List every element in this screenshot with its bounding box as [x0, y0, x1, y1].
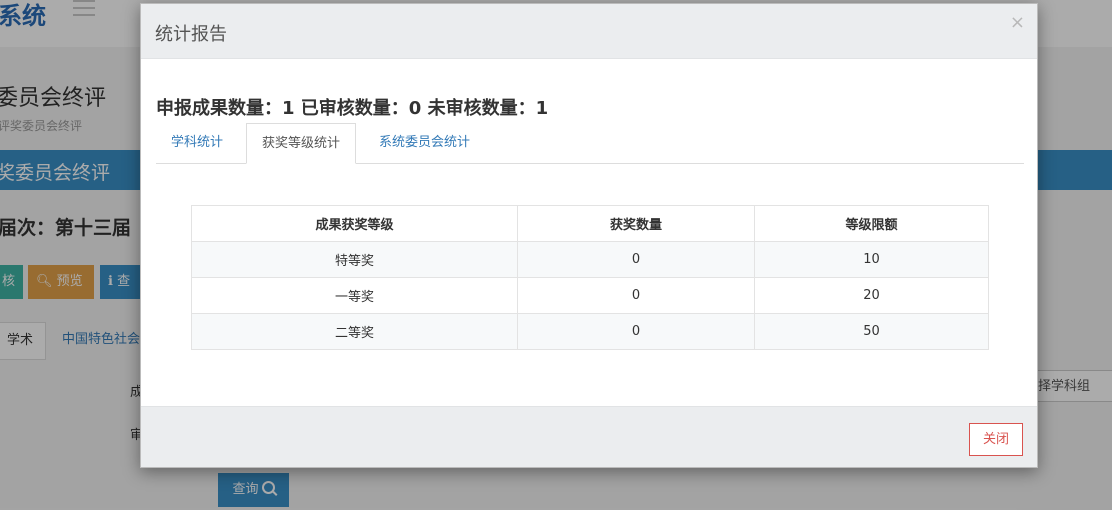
- table-header-row: 成果获奖等级 获奖数量 等级限额: [191, 205, 989, 242]
- statistics-report-modal: 统计报告 × 申报成果数量：1 已审核数量：0 未审核数量：1 学科统计 获奖等…: [140, 3, 1038, 468]
- table-cell: 0: [517, 241, 755, 278]
- table-cell: 二等奖: [191, 313, 518, 350]
- tab-committee-stats[interactable]: 系统委员会统计: [364, 123, 485, 163]
- table-row: 二等奖 0 50: [191, 313, 989, 350]
- close-icon[interactable]: ×: [1010, 12, 1025, 33]
- award-level-table: 成果获奖等级 获奖数量 等级限额 特等奖 0 10 一等奖 0 20 二等奖 0…: [191, 205, 989, 350]
- tab-award-level-stats[interactable]: 获奖等级统计: [246, 123, 357, 164]
- table-cell: 50: [754, 313, 989, 350]
- stat-tabs: 学科统计 获奖等级统计 系统委员会统计: [156, 123, 1024, 164]
- table-row: 特等奖 0 10: [191, 241, 989, 278]
- close-button[interactable]: 关闭: [969, 423, 1023, 456]
- table-cell: 20: [754, 277, 989, 314]
- table-cell: 特等奖: [191, 241, 518, 278]
- modal-header: 统计报告 ×: [141, 4, 1037, 59]
- table-cell: 0: [517, 277, 755, 314]
- column-header: 获奖数量: [517, 205, 755, 242]
- summary-counts: 申报成果数量：1 已审核数量：0 未审核数量：1: [156, 98, 549, 119]
- table-cell: 一等奖: [191, 277, 518, 314]
- table-row: 一等奖 0 20: [191, 277, 989, 314]
- modal-title: 统计报告: [155, 24, 227, 45]
- modal-footer: 关闭: [141, 406, 1037, 467]
- table-cell: 10: [754, 241, 989, 278]
- table-cell: 0: [517, 313, 755, 350]
- column-header: 成果获奖等级: [191, 205, 518, 242]
- column-header: 等级限额: [754, 205, 989, 242]
- modal-body: 申报成果数量：1 已审核数量：0 未审核数量：1 学科统计 获奖等级统计 系统委…: [141, 59, 1037, 406]
- tab-discipline-stats[interactable]: 学科统计: [156, 123, 238, 163]
